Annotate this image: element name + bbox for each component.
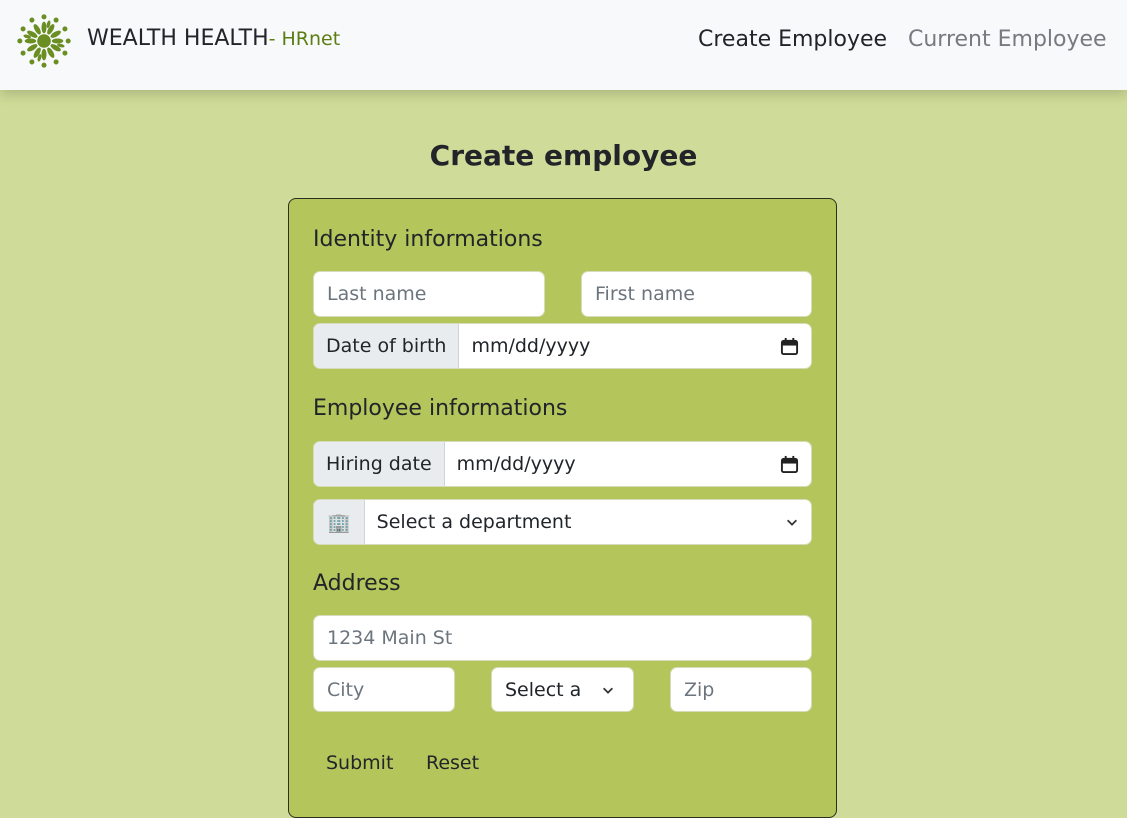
chevron-down-icon xyxy=(603,687,613,694)
street-input[interactable]: 1234 Main St xyxy=(313,615,812,661)
street-placeholder: 1234 Main St xyxy=(327,627,453,649)
date-of-birth-label: Date of birth xyxy=(314,324,460,368)
department-select-value: Select a department xyxy=(376,511,572,533)
employee-section-title: Employee informations xyxy=(313,396,568,421)
city-input[interactable]: City xyxy=(313,667,455,712)
zip-input[interactable]: Zip xyxy=(670,667,812,712)
department-group: 🏢 Select a department xyxy=(313,499,812,545)
page-title: Create employee xyxy=(429,139,698,172)
submit-button[interactable]: Submit xyxy=(326,752,393,774)
brand-name: WEALTH HEALTH xyxy=(87,26,269,51)
calendar-icon[interactable] xyxy=(780,337,799,356)
brand[interactable]: WEALTH HEALTH- HRnet xyxy=(87,26,340,51)
hiring-date-input[interactable]: mm/dd/yyyy xyxy=(445,442,811,486)
reset-button[interactable]: Reset xyxy=(426,752,479,774)
nav-current-employee[interactable]: Current Employee xyxy=(908,27,1107,52)
date-of-birth-group: Date of birth mm/dd/yyyy xyxy=(313,323,812,369)
date-of-birth-value: mm/dd/yyyy xyxy=(471,335,591,357)
first-name-input[interactable]: First name xyxy=(581,271,812,317)
navbar: WEALTH HEALTH- HRnet Create Employee Cur… xyxy=(0,0,1127,90)
hiring-date-value: mm/dd/yyyy xyxy=(456,453,576,475)
zip-placeholder: Zip xyxy=(684,678,715,701)
state-select-value: Select a xyxy=(505,678,582,701)
date-of-birth-input[interactable]: mm/dd/yyyy xyxy=(459,324,811,368)
calendar-icon[interactable] xyxy=(780,455,799,474)
building-icon: 🏢 xyxy=(314,500,365,544)
create-employee-form: Identity informations Last name First na… xyxy=(288,198,837,818)
address-section-title: Address xyxy=(313,571,401,596)
chevron-down-icon xyxy=(787,519,797,526)
nav-create-employee[interactable]: Create Employee xyxy=(698,27,887,52)
department-select[interactable]: Select a department xyxy=(365,500,811,544)
brand-logo-icon[interactable] xyxy=(14,12,74,70)
state-select[interactable]: Select a xyxy=(491,667,634,712)
city-placeholder: City xyxy=(327,678,365,701)
first-name-placeholder: First name xyxy=(595,283,695,305)
hiring-date-label: Hiring date xyxy=(314,442,445,486)
identity-section-title: Identity informations xyxy=(313,227,543,252)
last-name-placeholder: Last name xyxy=(327,283,427,305)
last-name-input[interactable]: Last name xyxy=(313,271,545,317)
brand-subtitle: - HRnet xyxy=(268,28,341,50)
hiring-date-group: Hiring date mm/dd/yyyy xyxy=(313,441,812,487)
